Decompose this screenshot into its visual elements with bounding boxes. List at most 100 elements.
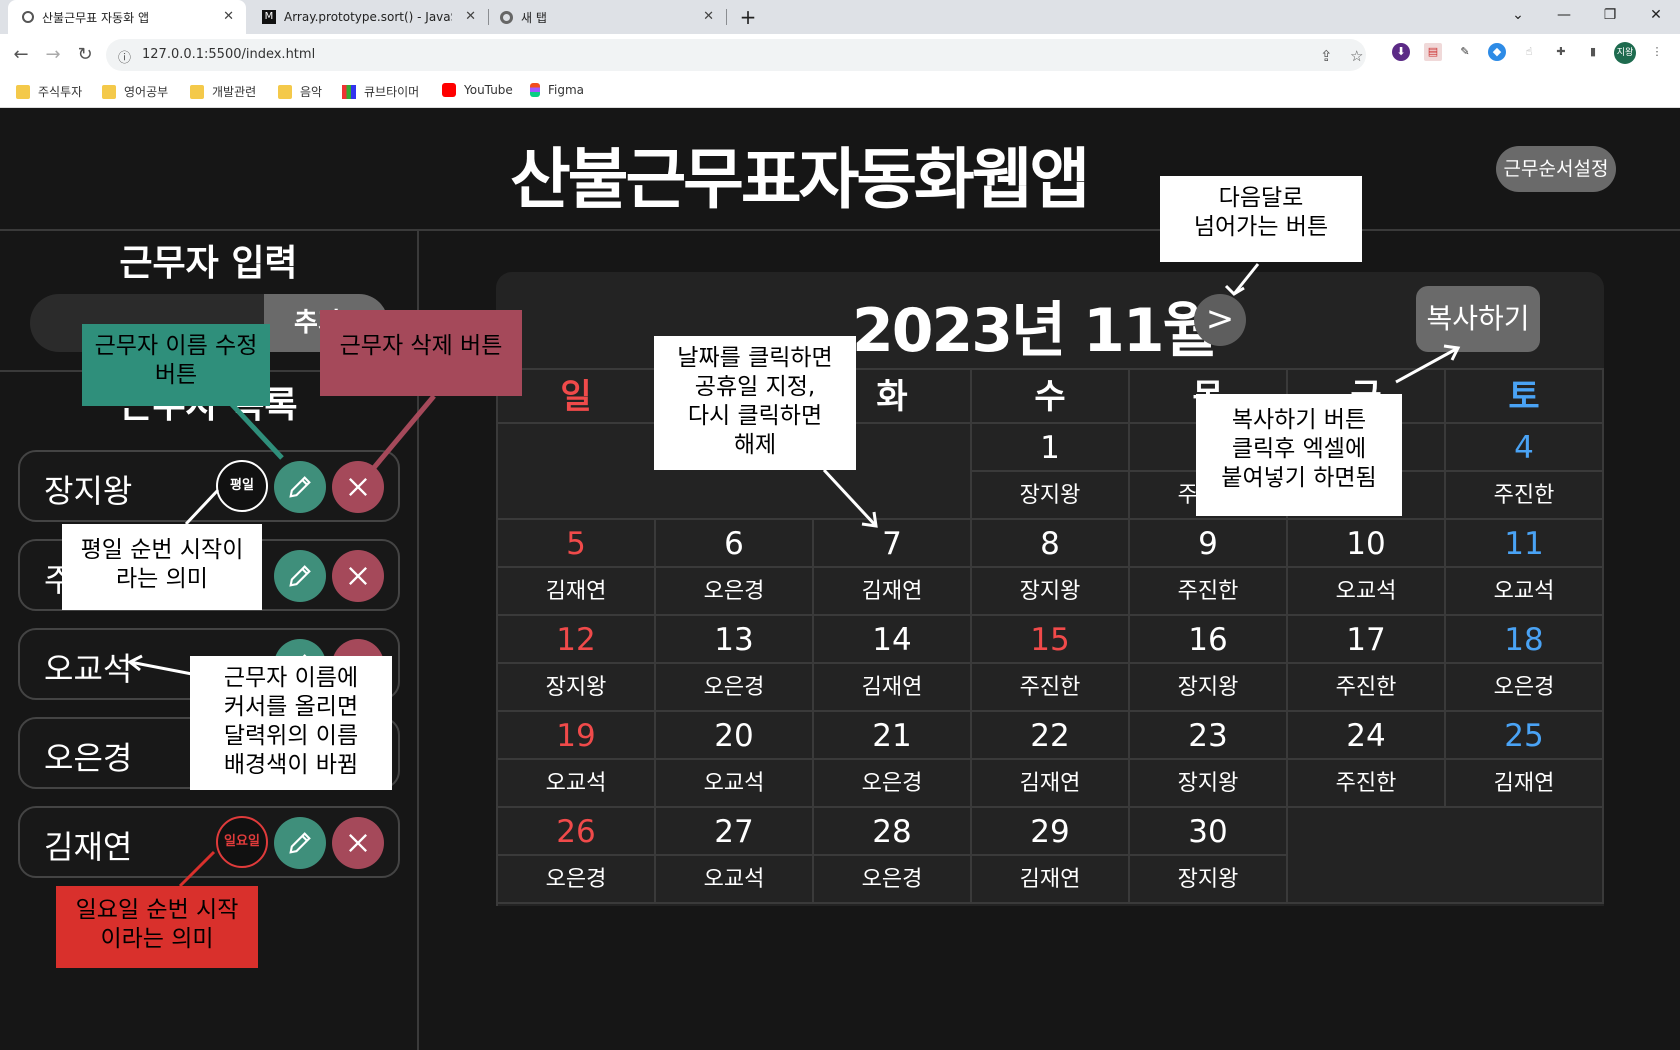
day-cell[interactable]: 11 오교석 [1446, 520, 1604, 616]
day-number[interactable]: 29 [972, 808, 1128, 856]
edit-worker-button[interactable] [274, 461, 326, 513]
menu-kebab-icon[interactable]: ⋮ [1648, 43, 1666, 61]
day-number[interactable]: 7 [814, 520, 970, 568]
day-cell[interactable]: 16 장지왕 [1130, 616, 1288, 712]
day-cell[interactable]: 19 오교석 [498, 712, 656, 808]
worker-row[interactable]: 장지왕 평일 [18, 450, 400, 522]
restore-button[interactable]: ❐ [1590, 0, 1630, 30]
day-number[interactable]: 23 [1130, 712, 1286, 760]
day-number[interactable]: 5 [498, 520, 654, 568]
back-icon[interactable]: ← [10, 44, 32, 66]
extension-icon[interactable]: ⬇ [1392, 43, 1410, 61]
day-cell[interactable]: 4 주진한 [1446, 424, 1604, 520]
day-number[interactable]: 8 [972, 520, 1128, 568]
day-cell[interactable]: 7 김재연 [814, 520, 972, 616]
close-window-button[interactable]: ✕ [1636, 0, 1676, 30]
day-number[interactable]: 22 [972, 712, 1128, 760]
day-number[interactable]: 10 [1288, 520, 1444, 568]
day-cell[interactable]: 23 장지왕 [1130, 712, 1288, 808]
day-cell[interactable]: 13 오은경 [656, 616, 814, 712]
day-cell[interactable]: 27 오교석 [656, 808, 814, 904]
extension-icon[interactable]: ◆ [1488, 43, 1506, 61]
day-cell[interactable]: 12 장지왕 [498, 616, 656, 712]
day-number[interactable]: 14 [814, 616, 970, 664]
share-icon[interactable]: ⇪ [1320, 47, 1333, 65]
worker-name[interactable]: 장지왕 [44, 466, 132, 512]
day-cell[interactable]: 26 오은경 [498, 808, 656, 904]
day-number[interactable]: 1 [972, 424, 1128, 472]
close-tab-icon[interactable]: ✕ [465, 9, 476, 24]
day-cell[interactable]: 9 주진한 [1130, 520, 1288, 616]
bookmark-item[interactable]: 음악 [278, 83, 322, 100]
browser-tab[interactable]: 새 탭 ✕ [490, 0, 726, 34]
day-cell[interactable]: 14 김재연 [814, 616, 972, 712]
bookmark-item[interactable]: YouTube [442, 83, 513, 97]
omnibox[interactable]: ⓘ 127.0.0.1:5500/index.html ⇪ ☆ [106, 39, 1366, 71]
copy-button[interactable]: 복사하기 [1416, 286, 1540, 352]
browser-tab[interactable]: M Array.prototype.sort() - JavaScript | … [252, 0, 488, 34]
day-cell[interactable]: 18 오은경 [1446, 616, 1604, 712]
day-number[interactable]: 21 [814, 712, 970, 760]
day-cell[interactable]: 15 주진한 [972, 616, 1130, 712]
close-tab-icon[interactable]: ✕ [223, 9, 234, 24]
day-cell[interactable]: 30 장지왕 [1130, 808, 1288, 904]
order-settings-button[interactable]: 근무순서설정 [1496, 146, 1616, 192]
day-cell[interactable]: 21 오은경 [814, 712, 972, 808]
day-cell[interactable]: 1 장지왕 [972, 424, 1130, 520]
worker-name[interactable]: 김재연 [44, 822, 132, 868]
day-number[interactable]: 12 [498, 616, 654, 664]
day-cell[interactable]: 20 오교석 [656, 712, 814, 808]
day-cell[interactable]: 29 김재연 [972, 808, 1130, 904]
day-number[interactable]: 28 [814, 808, 970, 856]
bookmark-item[interactable]: 주식투자 [16, 83, 82, 100]
color-picker-icon[interactable]: ✎ [1456, 43, 1474, 61]
day-cell[interactable]: 6 오은경 [656, 520, 814, 616]
day-number[interactable]: 6 [656, 520, 812, 568]
edit-worker-button[interactable] [274, 550, 326, 602]
bookmark-star-icon[interactable]: ☆ [1350, 47, 1363, 65]
day-number[interactable]: 19 [498, 712, 654, 760]
side-panel-icon[interactable]: ▮ [1584, 43, 1602, 61]
day-number[interactable]: 18 [1446, 616, 1602, 664]
day-cell[interactable]: 25 김재연 [1446, 712, 1604, 808]
edit-worker-button[interactable] [274, 817, 326, 869]
worker-row[interactable]: 김재연 일요일 [18, 806, 400, 878]
day-number[interactable]: 30 [1130, 808, 1286, 856]
profile-avatar[interactable]: 지왕 [1614, 42, 1636, 64]
minimize-button[interactable]: — [1544, 0, 1584, 30]
day-cell[interactable]: 28 오은경 [814, 808, 972, 904]
day-number[interactable]: 13 [656, 616, 812, 664]
tab-search-icon[interactable]: ⌄ [1498, 0, 1538, 30]
close-tab-icon[interactable]: ✕ [703, 9, 714, 24]
next-month-button[interactable]: > [1194, 294, 1246, 346]
day-cell[interactable]: 24 주진한 [1288, 712, 1446, 808]
bookmark-item[interactable]: 영어공부 [102, 83, 168, 100]
day-number[interactable]: 25 [1446, 712, 1602, 760]
day-cell[interactable]: 8 장지왕 [972, 520, 1130, 616]
delete-worker-button[interactable] [332, 461, 384, 513]
bookmark-item[interactable]: Figma [530, 83, 584, 97]
bookmark-item[interactable]: 개발관련 [190, 83, 256, 100]
day-number[interactable]: 16 [1130, 616, 1286, 664]
day-number[interactable]: 24 [1288, 712, 1444, 760]
day-number[interactable]: 11 [1446, 520, 1602, 568]
forward-icon[interactable]: → [42, 44, 64, 66]
new-tab-button[interactable]: + [728, 2, 768, 32]
day-cell[interactable]: 5 김재연 [498, 520, 656, 616]
reload-icon[interactable]: ↻ [74, 44, 96, 66]
worker-name[interactable]: 오은경 [44, 733, 132, 779]
day-cell[interactable]: 10 오교석 [1288, 520, 1446, 616]
day-number[interactable]: 15 [972, 616, 1128, 664]
day-number[interactable]: 20 [656, 712, 812, 760]
delete-worker-button[interactable] [332, 817, 384, 869]
extension-icon[interactable]: ☝ [1520, 43, 1538, 61]
extensions-puzzle-icon[interactable]: ✚ [1552, 43, 1570, 61]
bookmark-item[interactable]: 큐브타이머 [342, 83, 419, 100]
extension-icon[interactable]: ▤ [1424, 43, 1442, 61]
day-number[interactable]: 17 [1288, 616, 1444, 664]
delete-worker-button[interactable] [332, 550, 384, 602]
day-cell[interactable]: 17 주진한 [1288, 616, 1446, 712]
browser-tab[interactable]: 산불근무표 자동화 앱 ✕ [8, 0, 246, 34]
day-cell[interactable]: 22 김재연 [972, 712, 1130, 808]
site-info-icon[interactable]: ⓘ [118, 47, 131, 66]
